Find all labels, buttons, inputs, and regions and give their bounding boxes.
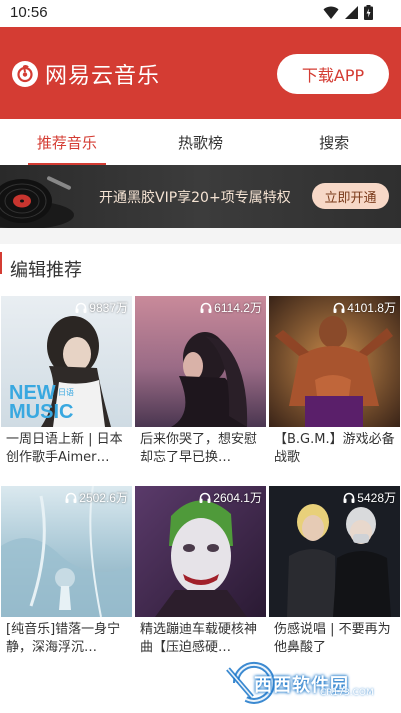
play-count: 5428万	[343, 489, 396, 506]
tab-label: 推荐音乐	[36, 133, 97, 152]
status-bar: 10:56	[0, 0, 401, 27]
section-header: 编辑推荐	[0, 252, 401, 282]
headphones-icon	[333, 302, 345, 313]
headphones-icon	[199, 492, 211, 503]
headphones-icon	[65, 492, 77, 503]
play-count-value: 5428万	[357, 491, 396, 505]
playlist-cover[interactable]: 5428万	[269, 486, 400, 617]
play-count: 2502.6万	[65, 489, 128, 506]
play-count: 2604.1万	[199, 489, 262, 506]
playlist-cover[interactable]: NEW 日语 MUSIC 9837万	[1, 296, 132, 427]
headphones-icon	[200, 302, 212, 313]
playlist-card[interactable]: 4101.8万 【B.G.M.】游戏必备战歌	[269, 296, 400, 467]
playlist-card[interactable]: 2604.1万 精选蹦迪车载硬核神曲【压迫感硬…	[135, 486, 266, 657]
status-icons	[323, 5, 373, 20]
play-count: 4101.8万	[333, 299, 396, 316]
playlist-card[interactable]: 5428万 伤感说唱 | 不要再为他鼻酸了	[269, 486, 400, 657]
play-count-value: 2502.6万	[79, 491, 128, 505]
headphones-icon	[343, 492, 355, 503]
app-page: 10:56 网易云音乐 下载APP 推荐音乐 热歌榜 搜索 开通黑胶VIP享20…	[0, 0, 401, 713]
open-vip-button[interactable]: 立即开通	[312, 183, 389, 209]
tab-label: 搜索	[319, 133, 350, 152]
wifi-icon	[323, 6, 339, 19]
battery-icon	[364, 5, 373, 20]
headphones-icon	[75, 302, 87, 313]
tab-recommended-music[interactable]: 推荐音乐	[0, 119, 134, 165]
section-divider	[0, 228, 401, 244]
netease-music-logo-icon	[12, 61, 38, 87]
playlist-title[interactable]: 伤感说唱 | 不要再为他鼻酸了	[269, 621, 400, 657]
vip-promo-text: 开通黑胶VIP享20+项专属特权	[99, 190, 291, 206]
cover-text-badge: 日语	[58, 387, 74, 397]
playlist-cover[interactable]: 6114.2万	[135, 296, 266, 427]
playlist-cover[interactable]: 2502.6万	[1, 486, 132, 617]
nav-tabs: 推荐音乐 热歌榜 搜索	[0, 119, 401, 165]
play-count-value: 4101.8万	[347, 301, 396, 315]
section-accent-bar	[0, 252, 2, 274]
playlist-card[interactable]: 6114.2万 后来你哭了，想安慰却忘了早已换…	[135, 296, 266, 467]
playlist-cover[interactable]: 4101.8万	[269, 296, 400, 427]
play-count-value: 6114.2万	[214, 301, 262, 315]
play-count-value: 2604.1万	[213, 491, 262, 505]
play-count: 9837万	[75, 299, 128, 316]
watermark-subtext: CR173.COM	[320, 688, 374, 698]
status-time: 10:56	[10, 4, 48, 21]
cover-text-music: MUSIC	[9, 401, 73, 423]
playlist-title[interactable]: 【B.G.M.】游戏必备战歌	[269, 431, 400, 467]
playlist-card[interactable]: 2502.6万 [纯音乐]错落一身宁静，深海浮沉…	[1, 486, 132, 657]
tab-search[interactable]: 搜索	[267, 119, 401, 165]
app-header: 网易云音乐 下载APP	[0, 27, 401, 119]
vip-banner[interactable]: 开通黑胶VIP享20+项专属特权 立即开通	[0, 165, 401, 228]
section-title: 编辑推荐	[10, 260, 82, 281]
tab-label: 热歌榜	[178, 133, 224, 152]
playlist-card[interactable]: NEW 日语 MUSIC 9837万 一周日语上新 | 日本创作歌手Aimer…	[1, 296, 132, 467]
vinyl-record-icon	[0, 176, 74, 228]
playlist-cover[interactable]: 2604.1万	[135, 486, 266, 617]
app-name: 网易云音乐	[45, 64, 161, 89]
playlist-title[interactable]: 一周日语上新 | 日本创作歌手Aimer…	[1, 431, 132, 467]
playlist-title[interactable]: 精选蹦迪车载硬核神曲【压迫感硬…	[135, 621, 266, 657]
tab-hot-songs[interactable]: 热歌榜	[134, 119, 268, 165]
download-app-button[interactable]: 下载APP	[277, 54, 389, 94]
play-count-value: 9837万	[89, 301, 128, 315]
playlist-title[interactable]: [纯音乐]错落一身宁静，深海浮沉…	[1, 621, 132, 657]
play-count: 6114.2万	[200, 299, 262, 316]
playlist-title[interactable]: 后来你哭了，想安慰却忘了早已换…	[135, 431, 266, 467]
signal-icon	[345, 6, 358, 19]
